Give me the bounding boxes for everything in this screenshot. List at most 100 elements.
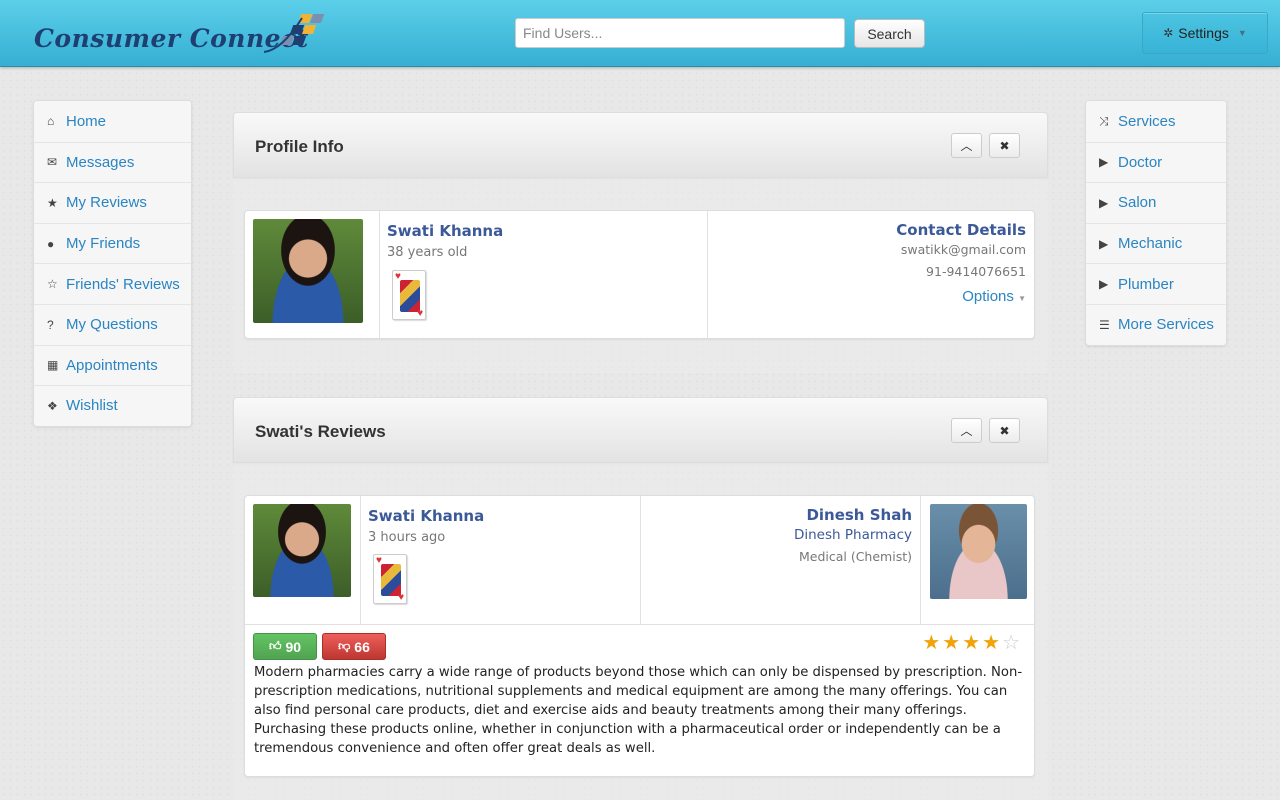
- business-category: Medical (Chemist): [798, 549, 912, 564]
- play-icon: ▶: [1099, 195, 1109, 210]
- nav-item-label: Salon: [1118, 194, 1157, 212]
- nav-item-label: Mechanic: [1118, 235, 1183, 253]
- chevron-up-icon: ︿: [960, 139, 973, 153]
- downvote-button[interactable]: 👎︎ 66: [322, 633, 386, 660]
- close-button[interactable]: ✖: [989, 133, 1020, 158]
- top-navbar: Consumer Connect Search ✲ Settings ▼: [0, 0, 1280, 67]
- options-dropdown[interactable]: Options ▼: [962, 288, 1026, 305]
- reviewer-name-link[interactable]: Swati Khanna: [368, 507, 484, 525]
- brand-logo-icon[interactable]: [262, 12, 328, 56]
- settings-label: Settings: [1178, 25, 1229, 41]
- calendar-icon: ▦: [47, 358, 59, 373]
- envelope-icon: ✉: [47, 155, 58, 170]
- profile-photo[interactable]: [253, 219, 363, 323]
- sidebar-item-friends-reviews[interactable]: ☆ Friends' Reviews: [34, 263, 191, 304]
- service-item-doctor[interactable]: ▶ Doctor: [1086, 141, 1226, 183]
- review-timestamp: 3 hours ago: [368, 530, 446, 545]
- star-empty-icon[interactable]: ☆: [1002, 632, 1022, 654]
- sidebar-item-my-friends[interactable]: ● My Friends: [34, 222, 191, 264]
- left-sidebar-nav: ⌂ Home ✉ Messages ★ My Reviews ● My Friends ☆ Fri…: [33, 100, 192, 427]
- options-label: Options: [962, 288, 1014, 305]
- star-filled-icon[interactable]: ★: [982, 632, 1002, 654]
- question-icon: ?: [47, 317, 54, 332]
- thumbs-up-icon: 👍︎: [268, 639, 282, 653]
- nav-item-label: Doctor: [1118, 153, 1163, 171]
- caret-down-icon: ▼: [1018, 294, 1026, 303]
- upvote-count: 90: [285, 638, 302, 655]
- service-item-more-services[interactable]: ☰ More Services: [1086, 303, 1226, 345]
- contact-email: swatikk@gmail.com: [900, 242, 1026, 257]
- nav-item-label: My Questions: [66, 316, 158, 334]
- home-icon: ⌂: [47, 114, 55, 129]
- reviews-panel-header: Swati's Reviews ︿ ✖: [233, 397, 1048, 463]
- close-icon: ✖: [999, 423, 1010, 438]
- collapse-button[interactable]: ︿: [951, 133, 982, 158]
- play-icon: ▶: [1099, 155, 1109, 170]
- profile-name-link[interactable]: Swati Khanna: [387, 222, 503, 240]
- divider: [245, 624, 1034, 625]
- reviewed-person-link[interactable]: Dinesh Shah: [806, 506, 912, 524]
- divider: [920, 496, 921, 624]
- thumbs-down-icon: 👎︎: [338, 639, 351, 653]
- caret-down-icon: ▼: [1237, 28, 1247, 38]
- divider: [640, 496, 641, 624]
- close-button[interactable]: ✖: [989, 418, 1020, 443]
- divider: [707, 211, 708, 338]
- profile-panel-header: Profile Info ︿ ✖: [233, 112, 1048, 178]
- nav-item-label: Home: [66, 112, 107, 130]
- panel-title: Swati's Reviews: [255, 422, 386, 441]
- star-icon: ★: [47, 195, 58, 210]
- sidebar-item-my-reviews[interactable]: ★ My Reviews: [34, 182, 191, 223]
- business-name-link[interactable]: Dinesh Pharmacy: [794, 527, 912, 543]
- reviewed-person-photo[interactable]: [930, 504, 1027, 599]
- queen-of-hearts-icon: ♥ ♥: [373, 554, 407, 604]
- profile-age: 38 years old: [387, 245, 468, 260]
- list-icon: ☰: [1099, 317, 1110, 332]
- collapse-button[interactable]: ︿: [951, 418, 982, 443]
- sidebar-item-messages[interactable]: ✉ Messages: [34, 141, 191, 183]
- gift-icon: ❖: [47, 398, 58, 413]
- nav-item-label: Wishlist: [66, 397, 118, 415]
- close-icon: ✖: [999, 138, 1010, 153]
- search-button[interactable]: Search: [854, 19, 925, 48]
- sidebar-item-appointments[interactable]: ▦ Appointments: [34, 344, 191, 386]
- find-users-input[interactable]: [515, 18, 845, 48]
- review-text: Modern pharmacies carry a wide range of …: [254, 665, 1023, 756]
- sidebar-item-home[interactable]: ⌂ Home: [34, 101, 191, 142]
- nav-item-label: More Services: [1118, 316, 1214, 334]
- nav-item-label: My Friends: [66, 235, 141, 253]
- settings-dropdown[interactable]: ✲ Settings ▼: [1142, 12, 1268, 54]
- review-card: Swati Khanna 3 hours ago ♥ ♥ Dinesh Shah …: [244, 495, 1035, 777]
- nav-item-label: My Reviews: [66, 194, 147, 212]
- star-filled-icon[interactable]: ★: [922, 632, 942, 654]
- reviewer-photo[interactable]: [253, 504, 351, 597]
- upvote-button[interactable]: 👍︎ 90: [253, 633, 317, 660]
- star-filled-icon[interactable]: ★: [942, 632, 962, 654]
- nav-item-label: Friends' Reviews: [66, 275, 180, 293]
- user-icon: ●: [47, 236, 55, 251]
- downvote-count: 66: [354, 638, 370, 655]
- sidebar-item-my-questions[interactable]: ? My Questions: [34, 303, 191, 345]
- nav-item-label: Appointments: [66, 356, 158, 374]
- divider: [360, 496, 361, 624]
- panel-title: Profile Info: [255, 137, 344, 156]
- services-sidebar-nav: ⤨ Services ▶ Doctor ▶ Salon ▶ Mechanic ▶ Plumber ☰…: [1085, 100, 1227, 346]
- shuffle-icon: ⤨: [1099, 113, 1109, 128]
- gear-icon: ✲: [1163, 26, 1174, 40]
- nav-item-label: Messages: [66, 153, 135, 171]
- service-item-plumber[interactable]: ▶ Plumber: [1086, 263, 1226, 304]
- chevron-up-icon: ︿: [960, 424, 973, 438]
- nav-item-label: Services: [1118, 112, 1176, 130]
- contact-details-heading: Contact Details: [896, 221, 1026, 239]
- divider: [379, 211, 380, 338]
- queen-of-hearts-icon: ♥ ♥: [392, 270, 426, 320]
- contact-phone: 91-9414076651: [926, 264, 1026, 279]
- sidebar-item-wishlist[interactable]: ❖ Wishlist: [34, 385, 191, 426]
- service-item-mechanic[interactable]: ▶ Mechanic: [1086, 222, 1226, 264]
- service-item-salon[interactable]: ▶ Salon: [1086, 182, 1226, 223]
- service-item-services[interactable]: ⤨ Services: [1086, 101, 1226, 142]
- rating-stars: ★★★★☆: [922, 630, 1022, 655]
- nav-item-label: Plumber: [1118, 275, 1174, 293]
- play-icon: ▶: [1099, 277, 1109, 292]
- star-filled-icon[interactable]: ★: [962, 632, 982, 654]
